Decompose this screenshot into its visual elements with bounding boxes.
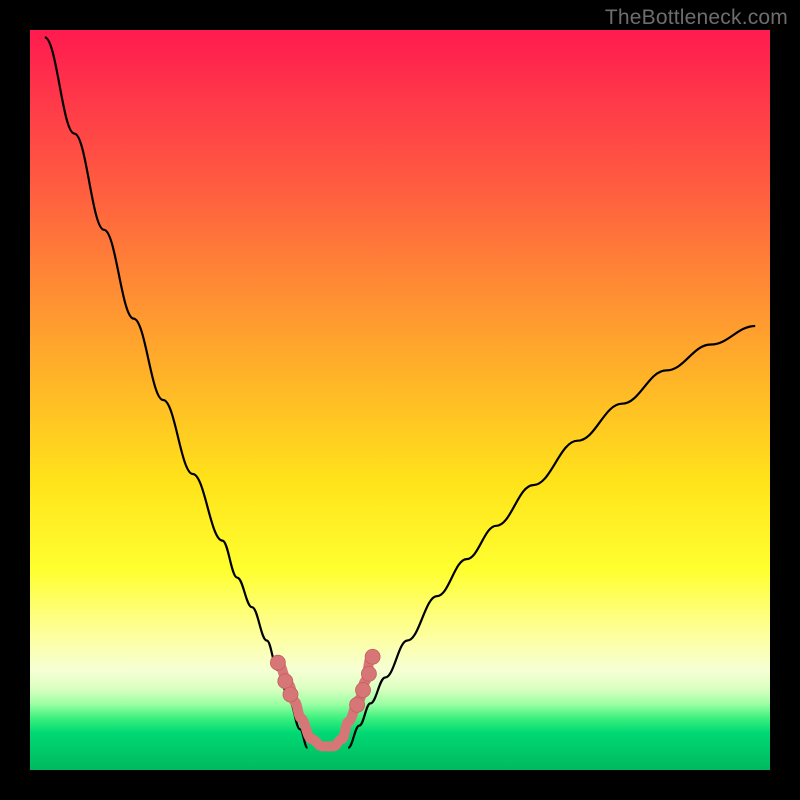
watermark-text: TheBottleneck.com: [605, 6, 788, 30]
data-marker: [270, 655, 285, 670]
data-marker: [365, 649, 380, 664]
right-curve: [348, 326, 755, 748]
left-curve: [45, 37, 308, 747]
data-marker: [278, 674, 293, 689]
data-marker: [356, 683, 371, 698]
data-marker: [283, 687, 298, 702]
chart-frame: TheBottleneck.com: [0, 0, 800, 800]
data-marker: [350, 697, 365, 712]
plot-area: [30, 30, 770, 770]
chart-svg: [30, 30, 770, 770]
data-marker: [361, 666, 376, 681]
